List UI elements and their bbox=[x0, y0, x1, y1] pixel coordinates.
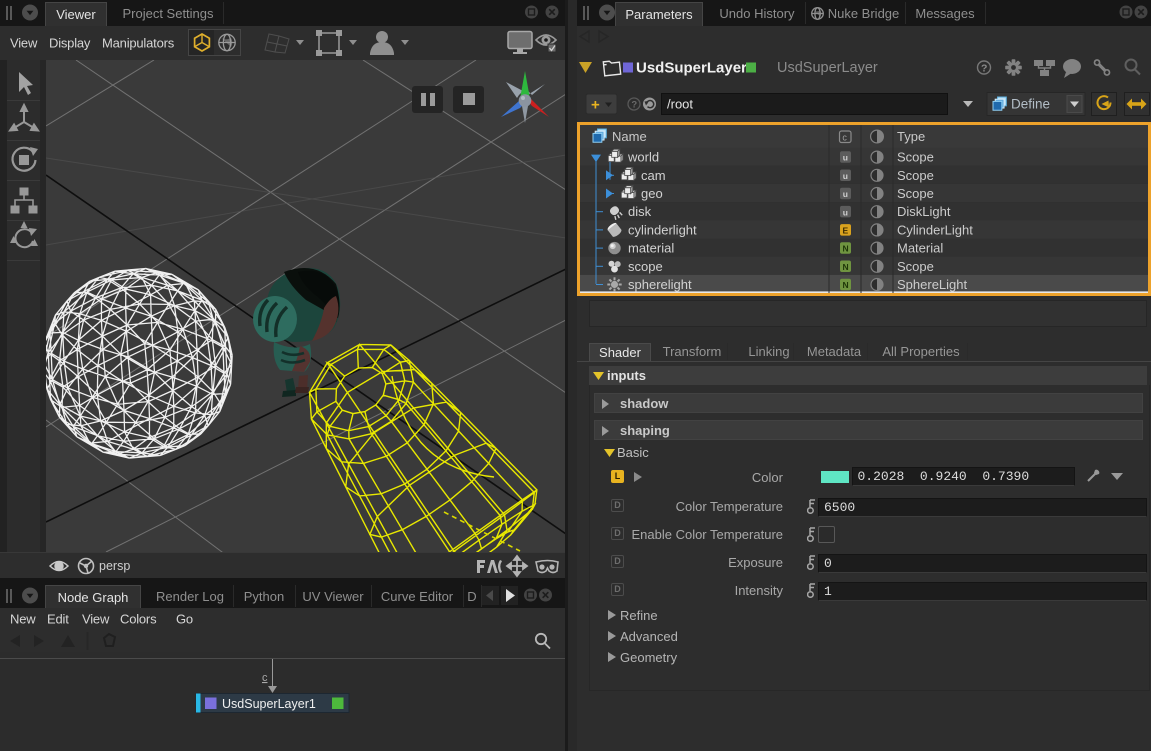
svg-text:E: E bbox=[843, 226, 849, 236]
svg-text:N: N bbox=[843, 280, 849, 290]
svg-text:UsdSuperLayer: UsdSuperLayer bbox=[777, 60, 878, 76]
svg-text:?: ? bbox=[981, 63, 987, 75]
svg-text:/root: /root bbox=[667, 97, 693, 112]
svg-text:N: N bbox=[843, 244, 849, 254]
svg-text:geo: geo bbox=[641, 186, 663, 201]
svg-text:Scope: Scope bbox=[897, 259, 934, 274]
svg-text:u: u bbox=[843, 207, 848, 217]
svg-text:Name: Name bbox=[612, 129, 647, 144]
svg-text:u: u bbox=[843, 153, 848, 163]
svg-text:u: u bbox=[843, 171, 848, 181]
svg-text:world: world bbox=[627, 150, 659, 165]
svg-text:disk: disk bbox=[628, 204, 652, 219]
svg-text:Material: Material bbox=[897, 241, 943, 256]
svg-text:spherelight: spherelight bbox=[628, 277, 692, 292]
svg-text:c: c bbox=[262, 672, 268, 684]
svg-text:Scope: Scope bbox=[897, 186, 934, 201]
svg-text:scope: scope bbox=[628, 259, 663, 274]
svg-text:u: u bbox=[843, 189, 848, 199]
svg-text:UsdSuperLayer: UsdSuperLayer bbox=[636, 60, 747, 77]
svg-text:cylinderlight: cylinderlight bbox=[628, 222, 697, 237]
svg-text:CylinderLight: CylinderLight bbox=[897, 222, 973, 237]
svg-text:c: c bbox=[842, 132, 847, 142]
svg-text:Scope: Scope bbox=[897, 150, 934, 165]
svg-text:Define: Define bbox=[1011, 97, 1050, 112]
svg-text:?: ? bbox=[631, 100, 637, 111]
svg-text:material: material bbox=[628, 241, 674, 256]
svg-text:cam: cam bbox=[641, 168, 666, 183]
svg-text:+: + bbox=[591, 97, 600, 114]
svg-text:N: N bbox=[843, 262, 849, 272]
svg-text:SphereLight: SphereLight bbox=[897, 277, 967, 292]
svg-text:Scope: Scope bbox=[897, 168, 934, 183]
svg-text:DiskLight: DiskLight bbox=[897, 204, 951, 219]
svg-text:Type: Type bbox=[897, 129, 925, 144]
svg-text:UsdSuperLayer1: UsdSuperLayer1 bbox=[222, 697, 316, 711]
